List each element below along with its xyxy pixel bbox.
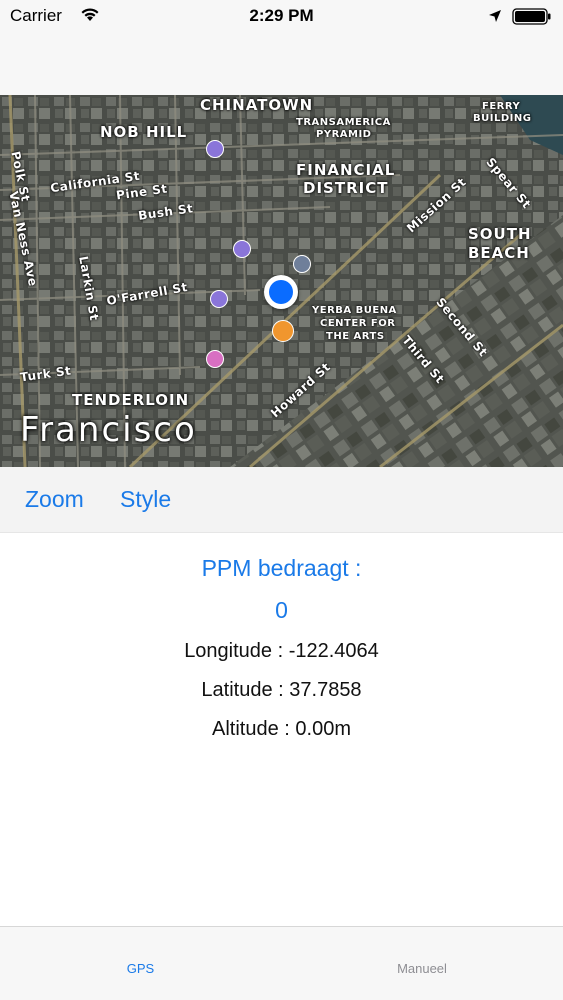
style-button[interactable]: Style <box>120 486 171 513</box>
battery-icon <box>512 8 552 30</box>
tab-manueel[interactable]: Manueel <box>281 961 563 976</box>
ppm-value: 0 <box>275 597 288 623</box>
map-toolbar: Zoom Style <box>0 467 563 533</box>
zoom-button[interactable]: Zoom <box>25 486 84 513</box>
map-label-district: DISTRICT <box>303 179 389 197</box>
map-label-landmark: THE ARTS <box>326 331 385 342</box>
user-location-icon[interactable] <box>264 275 298 309</box>
latitude-value: Latitude : 37.7858 <box>201 679 362 701</box>
map-label-landmark: BUILDING <box>473 113 532 124</box>
museum-poi-icon[interactable] <box>293 255 311 273</box>
landmark-poi-icon[interactable] <box>272 320 294 342</box>
map-label-district: NOB HILL <box>100 123 188 141</box>
map-label-landmark: PYRAMID <box>316 129 372 140</box>
map-label-district: SOUTH <box>468 225 532 243</box>
tab-bar: GPS Manueel <box>0 926 563 1000</box>
navigation-bar <box>0 32 563 95</box>
map-label-landmark: TRANSAMERICA <box>296 117 391 128</box>
location-arrow-icon <box>488 9 502 28</box>
map-label-landmark: YERBA BUENA <box>312 305 397 316</box>
map-label-landmark: CENTER FOR <box>320 318 396 329</box>
tab-gps[interactable]: GPS <box>0 961 281 976</box>
map-city-label: Francisco <box>20 410 197 450</box>
map-label-district: CHINATOWN <box>200 96 314 114</box>
hotel-poi-icon[interactable] <box>210 290 228 308</box>
altitude-value: Altitude : 0.00m <box>212 718 351 740</box>
longitude-value: Longitude : -122.4064 <box>184 640 379 662</box>
satellite-map[interactable]: CHINATOWN NOB HILL FINANCIAL DISTRICT SO… <box>0 95 563 467</box>
map-label-district: TENDERLOIN <box>72 391 190 409</box>
map-label-district: FINANCIAL <box>296 161 396 179</box>
map-label-landmark: FERRY <box>482 101 521 112</box>
music-poi-icon[interactable] <box>206 350 224 368</box>
ppm-title: PPM bedraagt : <box>201 555 362 581</box>
hotel-poi-icon[interactable] <box>233 240 251 258</box>
map-label-district: BEACH <box>468 244 530 262</box>
hotel-poi-icon[interactable] <box>206 140 224 158</box>
status-bar: Carrier 2:29 PM <box>0 0 563 32</box>
status-time: 2:29 PM <box>249 6 314 25</box>
